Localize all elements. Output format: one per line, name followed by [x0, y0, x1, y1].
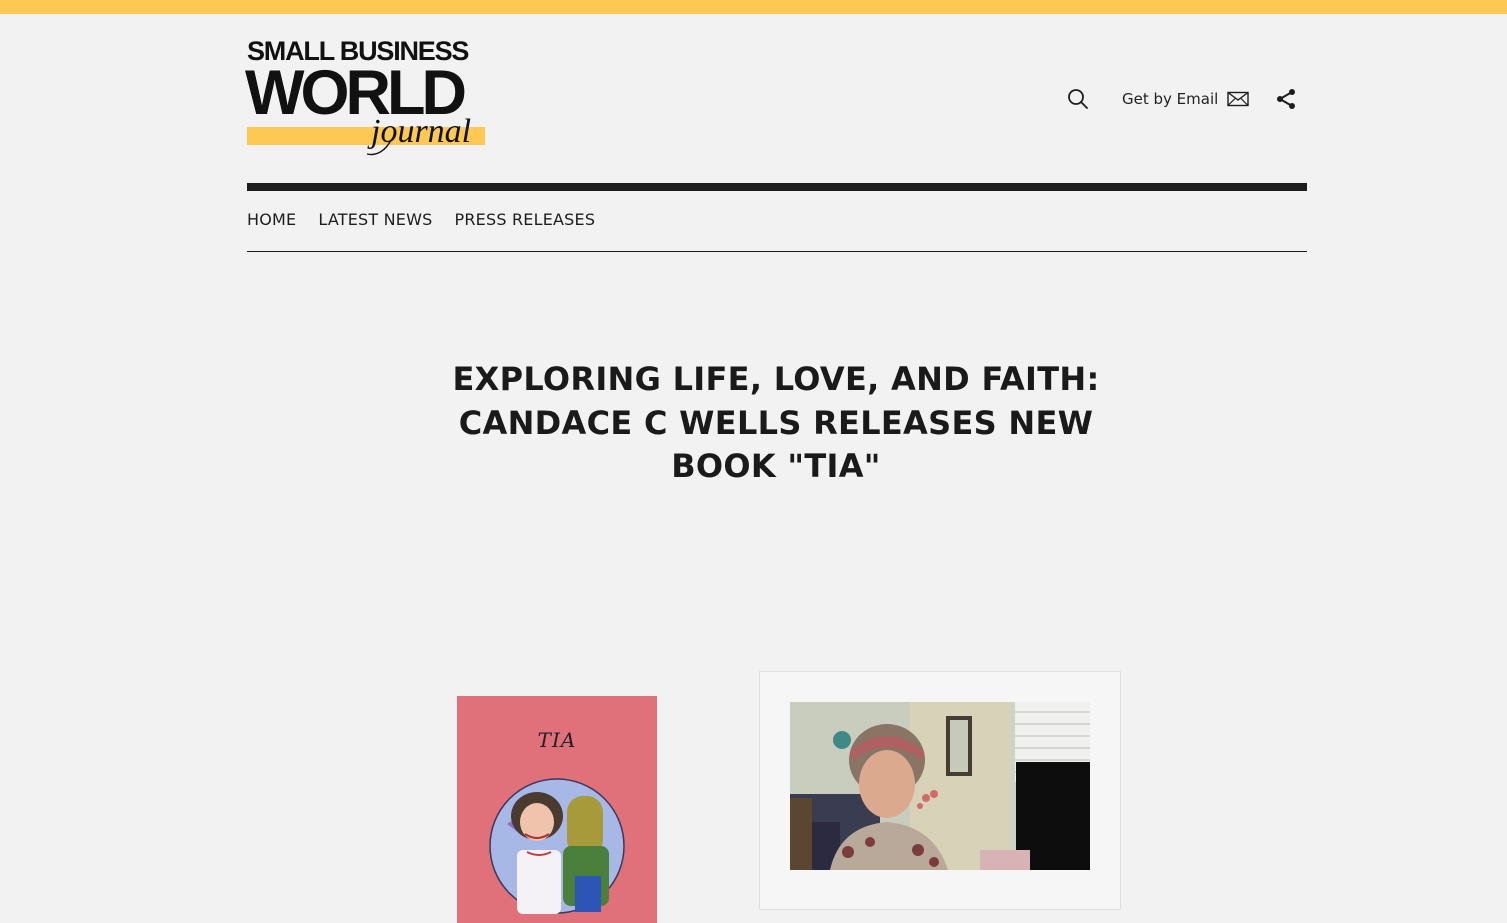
get-by-email-label: Get by Email: [1122, 90, 1219, 108]
share-button[interactable]: [1274, 87, 1298, 111]
book-cover-image[interactable]: TIA: [457, 696, 657, 923]
search-icon: [1068, 89, 1088, 109]
nav-divider: [247, 251, 1307, 252]
book-cover-title: TIA: [537, 728, 577, 752]
site-logo[interactable]: SMALL BUSINESS WORLD journal: [245, 38, 487, 156]
book-cover-illustration: [489, 778, 625, 914]
nav-item-press-releases[interactable]: PRESS RELEASES: [454, 209, 595, 231]
author-photo-frame: [759, 671, 1121, 910]
header-actions: Get by Email: [1064, 84, 1298, 114]
nav-item-latest-news[interactable]: LATEST NEWS: [318, 209, 432, 231]
get-by-email-button[interactable]: Get by Email: [1122, 90, 1249, 108]
top-accent-bar: [0, 0, 1507, 14]
main-nav: HOME LATEST NEWS PRESS RELEASES: [247, 209, 617, 231]
nav-item-home[interactable]: HOME: [247, 209, 296, 231]
search-button[interactable]: [1064, 85, 1092, 113]
envelope-icon: [1227, 91, 1249, 107]
header-divider: [247, 183, 1307, 191]
logo-swash: [366, 139, 392, 156]
article-title: EXPLORING LIFE, LOVE, AND FAITH: CANDACE…: [452, 360, 1100, 485]
share-icon: [1277, 89, 1296, 109]
author-photo[interactable]: [790, 702, 1090, 870]
